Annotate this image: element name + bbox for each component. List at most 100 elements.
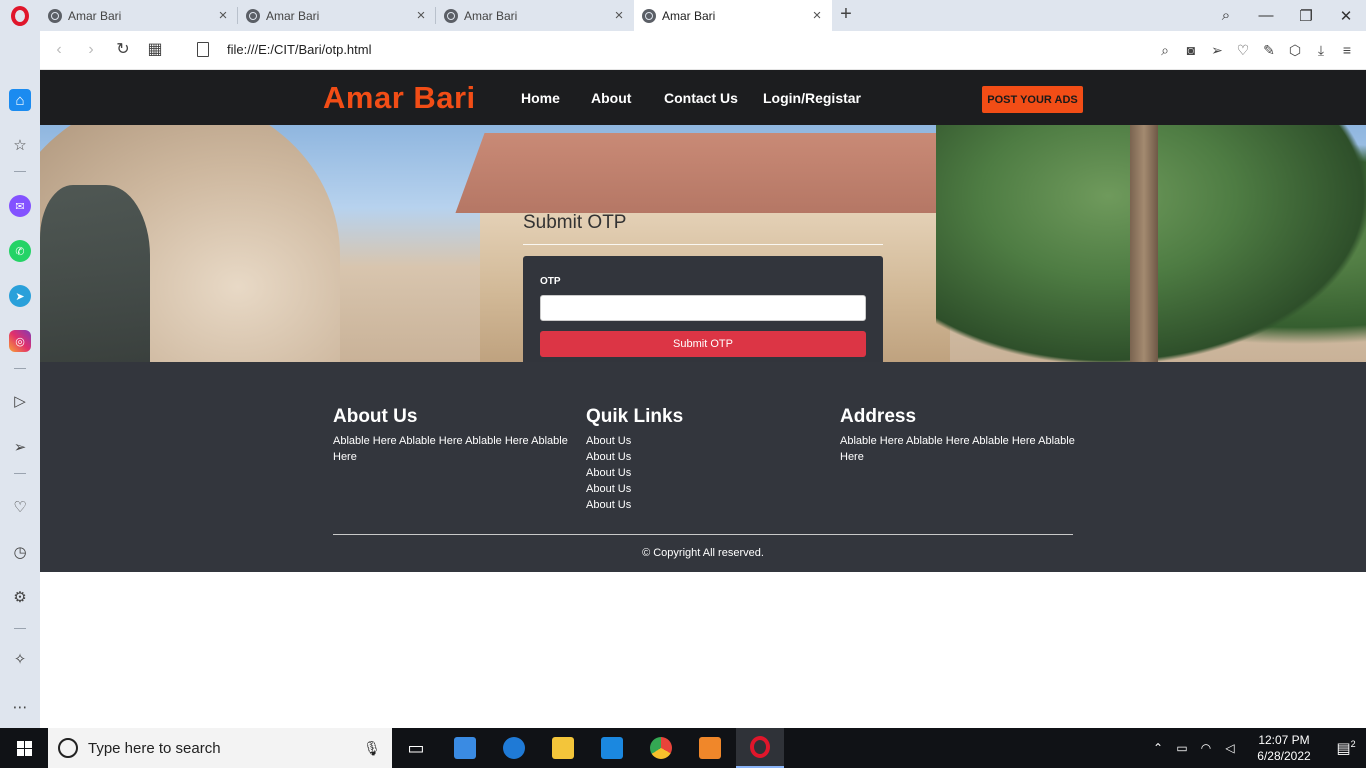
sublime-text-icon[interactable]: [686, 728, 734, 768]
easy-setup-icon[interactable]: ≡: [1338, 39, 1356, 61]
footer-about-column: About Us Ablable Here Ablable Here Ablab…: [333, 406, 568, 465]
footer-copyright: © Copyright All reserved.: [642, 547, 764, 559]
task-view-icon[interactable]: ▭: [392, 728, 440, 768]
clock-time: 12:07 PM: [1258, 733, 1310, 747]
address-bar: ‹ › ↻ ▦ file:///E:/CIT/Bari/otp.html ⌕ ◙…: [40, 31, 1366, 70]
footer-links-list: About Us About Us About Us About Us Abou…: [586, 433, 821, 513]
minimize-button[interactable]: —: [1246, 0, 1286, 31]
volume-icon[interactable]: ◁: [1218, 741, 1242, 755]
bookmarks-icon[interactable]: ☆: [9, 134, 31, 156]
globe-icon: [444, 8, 458, 23]
nav-contact[interactable]: Contact Us: [664, 90, 738, 106]
footer-address-title: Address: [840, 406, 917, 427]
tab-title: Amar Bari: [464, 8, 518, 23]
nav-about[interactable]: About: [591, 90, 631, 106]
globe-icon: [48, 8, 62, 23]
close-window-button[interactable]: ✕: [1326, 0, 1366, 31]
tab-title: Amar Bari: [68, 8, 122, 23]
microphone-icon[interactable]: 🎙: [362, 740, 382, 757]
tab-search-icon[interactable]: ⌕: [1206, 0, 1246, 31]
web-page: Amar Bari Home About Contact Us Login/Re…: [40, 70, 1366, 728]
favorite-icon[interactable]: ♡: [1234, 39, 1252, 61]
wifi-icon[interactable]: ◠: [1194, 741, 1218, 755]
nav-home[interactable]: Home: [521, 90, 560, 106]
footer-link[interactable]: About Us: [586, 465, 821, 481]
file-explorer-icon[interactable]: [539, 728, 587, 768]
footer-link[interactable]: About Us: [586, 433, 821, 449]
reload-button[interactable]: ↻: [112, 39, 134, 61]
otp-heading-divider: [523, 244, 883, 245]
opera-taskbar-icon[interactable]: [736, 728, 784, 768]
close-tab-icon[interactable]: ×: [810, 7, 824, 24]
close-tab-icon[interactable]: ×: [414, 7, 428, 24]
notification-count: 2: [1350, 739, 1356, 749]
sidebar-divider: [14, 473, 26, 474]
instagram-icon[interactable]: ◎: [9, 330, 31, 352]
footer-links-title: Quik Links: [586, 406, 684, 427]
submit-otp-button[interactable]: Submit OTP: [540, 331, 866, 357]
cortana-icon: [58, 738, 78, 758]
home-icon[interactable]: ⌂: [9, 89, 31, 111]
extensions-icon[interactable]: ⬡: [1286, 39, 1304, 61]
browser-tab-active[interactable]: Amar Bari ×: [634, 0, 832, 31]
more-icon[interactable]: ⋯: [9, 696, 31, 718]
footer-link[interactable]: About Us: [586, 481, 821, 497]
messenger-icon[interactable]: ✉: [9, 195, 31, 217]
brand-logo[interactable]: Amar Bari: [323, 80, 476, 116]
history-icon[interactable]: ◷: [9, 541, 31, 563]
browser-tab[interactable]: Amar Bari ×: [238, 0, 436, 31]
battery-icon[interactable]: ▭: [1170, 741, 1194, 755]
chrome-icon[interactable]: [637, 728, 685, 768]
taskbar-search-input[interactable]: Type here to search: [88, 740, 362, 757]
new-tab-button[interactable]: +: [837, 3, 855, 26]
snapshot-icon[interactable]: ◙: [1182, 39, 1200, 61]
footer-address-text: Ablable Here Ablable Here Ablable Here A…: [840, 435, 1075, 463]
windows-logo-icon: [16, 740, 32, 756]
taskbar-search[interactable]: Type here to search 🎙: [48, 728, 392, 768]
footer-link[interactable]: About Us: [586, 449, 821, 465]
otp-input[interactable]: [540, 295, 866, 321]
footer-divider: [333, 534, 1073, 535]
url-input[interactable]: file:///E:/CIT/Bari/otp.html: [227, 42, 372, 57]
start-button[interactable]: [0, 728, 48, 768]
window-controls: ⌕ — ❐ ✕: [1206, 0, 1366, 31]
store-icon[interactable]: [441, 728, 489, 768]
lightbulb-icon[interactable]: ✧: [9, 648, 31, 670]
zoom-icon[interactable]: ⌕: [1156, 39, 1174, 61]
color-picker-icon[interactable]: ✎: [1260, 39, 1278, 61]
footer-address-column: Address Ablable Here Ablable Here Ablabl…: [840, 406, 1075, 465]
close-tab-icon[interactable]: ×: [612, 7, 626, 24]
file-icon: [197, 42, 209, 57]
telegram-icon[interactable]: ➤: [9, 285, 31, 307]
tabs-grid-button[interactable]: ▦: [144, 39, 166, 61]
back-button[interactable]: ‹: [48, 39, 70, 61]
hero-statue-image: [40, 185, 150, 362]
hero-banner: Submit OTP OTP Submit OTP: [40, 125, 1366, 362]
forward-button[interactable]: ›: [80, 39, 102, 61]
download-icon[interactable]: ⤓: [1312, 39, 1330, 61]
send-icon[interactable]: ➢: [9, 436, 31, 458]
notifications-icon[interactable]: ▤2: [1326, 739, 1366, 757]
footer-link[interactable]: About Us: [586, 497, 821, 513]
clock[interactable]: 12:07 PM 6/28/2022: [1242, 732, 1326, 764]
chevron-up-icon[interactable]: ⌃: [1146, 741, 1170, 755]
whatsapp-icon[interactable]: ✆: [9, 240, 31, 262]
footer-links-column: Quik Links About Us About Us About Us Ab…: [586, 406, 821, 513]
heart-icon[interactable]: ♡: [9, 496, 31, 518]
opera-menu-button[interactable]: [0, 0, 40, 31]
site-header: Amar Bari Home About Contact Us Login/Re…: [40, 70, 1366, 125]
mail-icon[interactable]: [588, 728, 636, 768]
send-icon[interactable]: ➢: [1208, 39, 1226, 61]
close-tab-icon[interactable]: ×: [216, 7, 230, 24]
system-tray: ⌃ ▭ ◠ ◁ 12:07 PM 6/28/2022 ▤2: [1146, 728, 1366, 768]
opera-sidebar: ⌂ ☆ ✉ ✆ ➤ ◎ ▷ ➢ ♡ ◷ ⚙ ✧ ⋯: [0, 31, 40, 728]
browser-tab[interactable]: Amar Bari ×: [436, 0, 634, 31]
gear-icon[interactable]: ⚙: [9, 586, 31, 608]
edge-icon[interactable]: [490, 728, 538, 768]
nav-login-register[interactable]: Login/Registar: [763, 90, 861, 106]
post-ads-button[interactable]: POST YOUR ADS: [982, 86, 1083, 113]
hero-palm-trunk: [1130, 125, 1158, 362]
player-icon[interactable]: ▷: [9, 390, 31, 412]
browser-tab[interactable]: Amar Bari ×: [40, 0, 238, 31]
restore-button[interactable]: ❐: [1286, 0, 1326, 31]
